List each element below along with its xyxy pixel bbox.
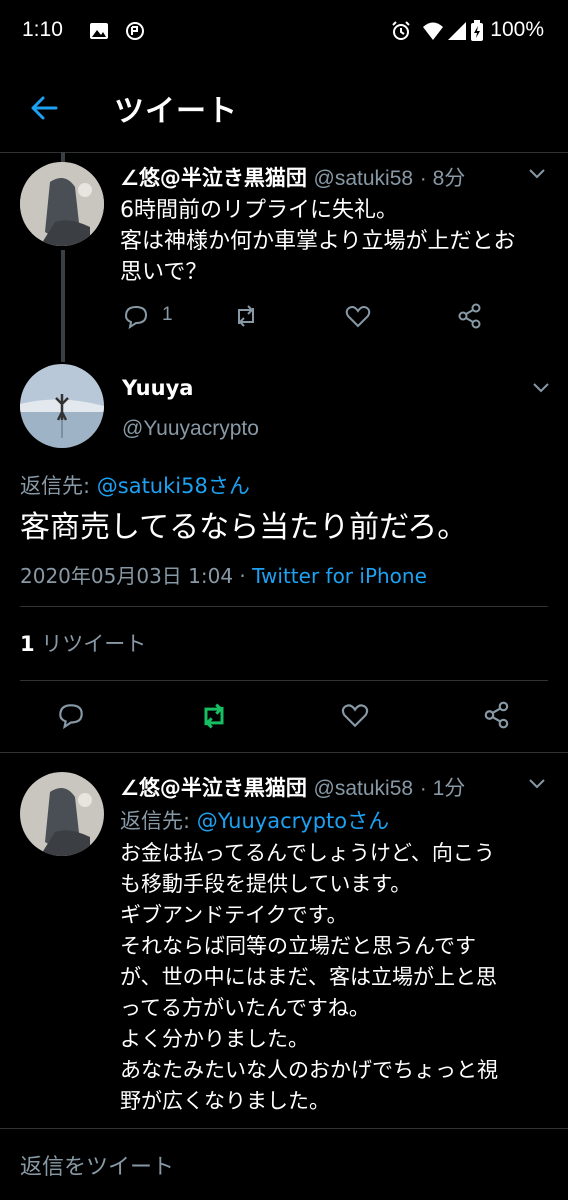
sync-icon [126,22,144,40]
timestamp: · 1分 [419,777,466,800]
avatar-photo [20,162,104,246]
status-bar: 1:10 100% [0,0,568,64]
top-app-bar: ツイート [0,64,568,152]
retweet-stats[interactable]: 1 リツイート [20,628,146,658]
reply-compose-bar[interactable]: 返信をツイート [0,1129,568,1200]
retweet-count: 1 [20,632,35,656]
reply-to-label: 返信先: [20,474,97,498]
retweet-icon[interactable] [232,302,260,330]
page-title: ツイート [114,94,238,129]
avatar[interactable] [20,364,104,448]
tweet-source-link[interactable]: Twitter for iPhone [252,564,427,588]
chevron-down-icon[interactable] [526,162,548,184]
tweet-text: お金は払ってるんでしょうけど、向こう も移動手段を提供しています。 ギブアンドテ… [120,841,498,1113]
reply-compose-placeholder[interactable]: 返信をツイート [20,1149,174,1181]
signal-icon [448,22,466,40]
avatar[interactable] [20,162,104,246]
timestamp: · 8分 [419,167,466,190]
share-icon[interactable] [456,302,484,330]
tweet-header: ∠悠@半泣き黒猫団 @satuki58 · 8分 [120,162,465,192]
display-name-row: Yuuya [122,376,193,400]
share-icon[interactable] [482,700,512,730]
display-name[interactable]: ∠悠@半泣き黒猫団 [120,776,307,800]
heart-icon[interactable] [344,302,372,330]
avatar-photo [20,364,104,448]
handle: @satuki58 [313,777,414,800]
wifi-icon [423,22,443,40]
reply-to-user-link[interactable]: @Yuuyacryptoさん [197,809,389,833]
reply-to-line: 返信先: @satuki58さん [20,470,250,500]
tweet-meta-line: 2020年05月03日 1:04 · Twitter for iPhone [20,560,427,589]
chevron-down-icon[interactable] [526,772,548,794]
divider [0,752,568,753]
handle: @Yuuyacrypto [122,417,259,440]
reply-to-label: 返信先: [120,809,197,833]
retweet-icon-active[interactable] [198,700,230,732]
retweet-label: リツイート [34,632,147,656]
reply-icon[interactable] [56,700,86,730]
thread-line-connector [61,250,65,362]
thread-line-top [61,152,65,162]
tweet-text: 客商売してるなら当たり前だろ。 [20,510,468,545]
alarm-icon [392,21,410,40]
tweet-header: ∠悠@半泣き黒猫団 @satuki58 · 1分 [120,772,465,802]
avatar[interactable] [20,772,104,856]
tweet-date: 2020年05月03日 1:04 · [20,564,253,588]
header-divider [0,152,568,153]
chevron-down-icon[interactable] [530,376,552,398]
battery-percent: 100% [490,18,544,41]
reply-to-user-link[interactable]: @satuki58さん [97,474,250,498]
divider [20,680,548,681]
divider [20,606,548,607]
heart-icon[interactable] [340,700,370,730]
display-name[interactable]: ∠悠@半泣き黒猫団 [120,166,307,190]
back-arrow-icon[interactable] [28,92,60,124]
reply-to-line: 返信先: @Yuuyacryptoさん [120,805,389,835]
gallery-icon [90,23,108,39]
status-time: 1:10 [22,18,63,41]
display-name[interactable]: Yuuya [122,376,193,400]
reply-icon[interactable] [122,302,150,330]
battery-icon [471,20,483,41]
tweet-text: 6時間前のリプライに失礼。 客は神様か何か車掌より立場が上だとお 思いで？ [120,198,516,285]
handle: @satuki58 [313,167,414,190]
reply-count: 1 [162,304,173,325]
avatar-photo [20,772,104,856]
handle-row: @Yuuyacrypto [122,416,259,441]
